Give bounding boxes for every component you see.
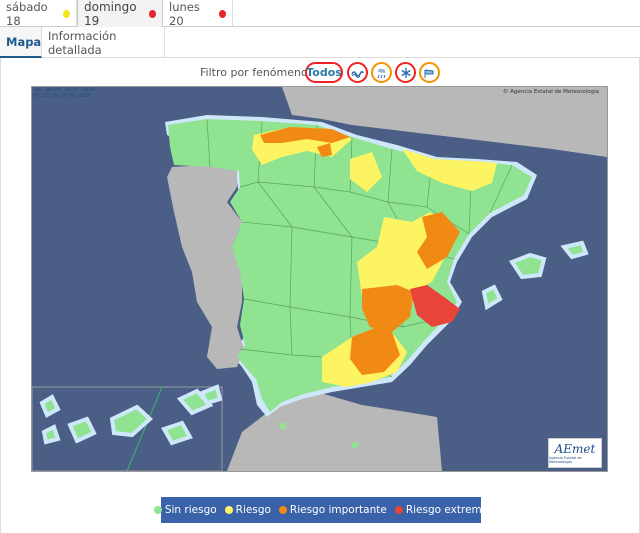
view-tabs: Mapa Información detallada [0,27,640,58]
status-dot-icon [63,9,70,18]
legend-dot-icon [394,506,403,514]
tab-map[interactable]: Mapa [0,27,42,58]
tab-day-monday[interactable]: lunes 20 [163,0,233,28]
legend-dot-icon [278,506,287,514]
status-dot-icon [218,9,226,18]
day-tabs: sábado 18 domingo 19 lunes 20 [0,0,640,28]
snow-filter-button[interactable] [395,62,416,83]
legend-item-risk: Riesgo [224,504,271,516]
wind-icon [424,69,434,78]
day-label: sábado 18 [6,0,48,28]
aemet-logo: AEmet Agencia Estatal de Meteorología [548,438,602,468]
rain-filter-button[interactable] [371,62,392,83]
legend-label: Sin riesgo [164,504,217,516]
legend-label: Riesgo importante [289,504,387,516]
aemet-logo-subtitle: Agencia Estatal de Meteorología [549,456,582,464]
tab-detailed-info[interactable]: Información detallada [42,27,165,58]
map-credit: © Agencia Estatal de Meteorología [502,89,599,95]
wind-filter-button[interactable] [419,62,440,83]
legend-dot-icon [224,506,233,514]
legend-label: Riesgo [235,504,271,516]
legend-dot-icon [153,506,162,514]
filter-label: Filtro por fenómenos: [200,66,318,79]
coastal-waves-icon [351,70,364,78]
tab-day-saturday[interactable]: sábado 18 [0,0,77,28]
coastal-waves-filter-button[interactable] [347,62,368,83]
legend-item-extreme-risk: Riesgo extremo [394,504,489,516]
snow-icon [400,67,411,78]
tab-day-sunday[interactable]: domingo 19 [77,0,163,28]
filter-all-button[interactable]: Todos [305,62,343,83]
warnings-map[interactable]: Dal 00:00 19-01-2020 Al 23:59 19-01-2020… [31,86,608,472]
map-validity-stamp: Dal 00:00 19-01-2020 Al 23:59 19-01-2020 [34,87,94,99]
legend-item-no-risk: Sin riesgo [153,504,217,516]
aemet-logo-text: AEmet [554,442,596,456]
risk-legend: Sin riesgo Riesgo Riesgo importante Ries… [153,497,488,523]
legend-label: Riesgo extremo [405,504,489,516]
legend-item-important-risk: Riesgo importante [278,504,387,516]
rain-icon [377,68,386,78]
day-label: lunes 20 [169,0,200,28]
status-dot-icon [149,9,156,18]
spain-warnings-map-image [32,87,607,471]
validity-end: Al 23:59 19-01-2020 [34,92,92,99]
day-label: domingo 19 [84,0,137,28]
